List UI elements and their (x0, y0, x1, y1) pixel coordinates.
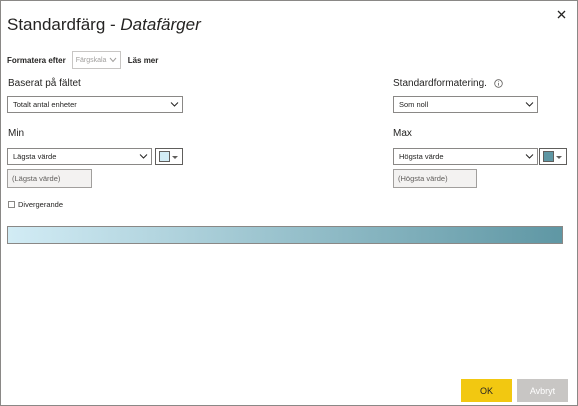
close-icon (557, 10, 565, 19)
learn-more-link[interactable]: Läs mer (128, 56, 159, 65)
conditional-formatting-dialog: Standardfärg - Datafärger Formatera efte… (0, 0, 578, 406)
diverging-checkbox[interactable] (8, 201, 15, 208)
max-color-picker[interactable] (539, 148, 567, 165)
close-button[interactable] (554, 8, 568, 22)
max-type-dropdown[interactable]: Högsta värde (393, 148, 538, 165)
format-by-label: Formatera efter (7, 55, 66, 65)
diverging-label: Divergerande (18, 200, 64, 209)
max-value-input[interactable]: (Högsta värde) (393, 169, 477, 188)
max-label: Max (393, 128, 412, 139)
min-value-input[interactable]: (Lägsta värde) (7, 169, 92, 188)
caret-down-icon (556, 156, 562, 159)
min-color-swatch (159, 151, 170, 162)
dialog-title: Standardfärg - Datafärger (7, 15, 201, 35)
default-formatting-dropdown[interactable]: Som noll (393, 96, 538, 113)
default-formatting-text: Standardformatering. (393, 78, 487, 89)
based-on-field-label: Baserat på fältet (8, 78, 81, 89)
cancel-button[interactable]: Avbryt (517, 379, 568, 402)
based-on-field-value: Totalt antal enheter (13, 100, 77, 109)
max-color-swatch (543, 151, 554, 162)
chevron-down-icon (139, 153, 148, 161)
diverging-row: Divergerande (8, 200, 63, 209)
dialog-subtitle: Datafärger (120, 15, 201, 34)
based-on-field-dropdown[interactable]: Totalt antal enheter (7, 96, 183, 113)
chevron-down-icon (170, 101, 179, 109)
caret-down-icon (172, 156, 178, 159)
format-by-select[interactable]: Färgskala (71, 51, 121, 69)
min-color-picker[interactable] (155, 148, 183, 165)
default-formatting-label: Standardformatering. (393, 78, 503, 89)
info-icon[interactable] (494, 79, 503, 88)
chevron-down-icon (525, 101, 534, 109)
ok-button[interactable]: OK (461, 379, 512, 402)
min-type-value: Lägsta värde (13, 152, 57, 161)
chevron-down-icon (109, 57, 117, 65)
dialog-title-main: Standardfärg (7, 15, 106, 34)
format-by-row: Formatera efter Färgskala Läs mer (7, 50, 158, 70)
dialog-title-separator: - (105, 15, 121, 34)
color-scale-preview (7, 226, 563, 244)
min-type-dropdown[interactable]: Lägsta värde (7, 148, 152, 165)
default-formatting-value: Som noll (399, 100, 429, 109)
format-by-value: Färgskala (75, 56, 107, 64)
chevron-down-icon (525, 153, 534, 161)
min-label: Min (8, 128, 25, 139)
max-type-value: Högsta värde (399, 152, 444, 161)
